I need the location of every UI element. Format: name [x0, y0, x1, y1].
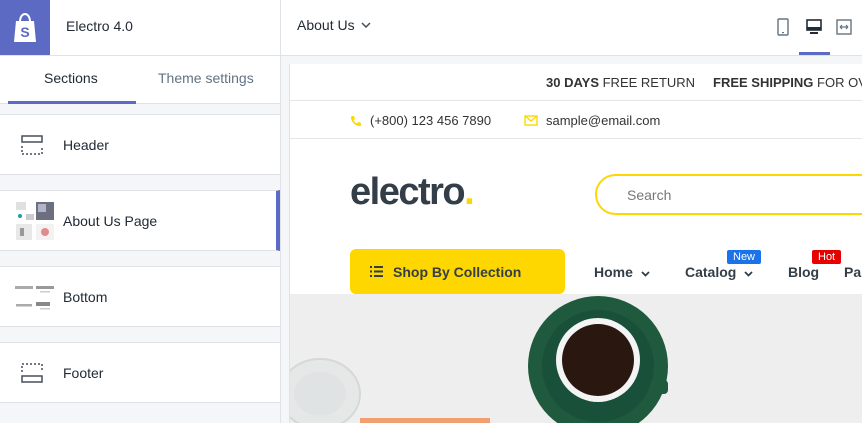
promo-free-return: 30 DAYS FREE RETURN — [546, 75, 695, 90]
tab-sections[interactable]: Sections — [44, 70, 98, 86]
hero-image — [290, 294, 862, 423]
search-input[interactable]: Search — [595, 174, 862, 215]
header-layout-icon — [21, 135, 43, 155]
page-selector[interactable]: About Us — [297, 17, 371, 33]
shopify-logo[interactable]: S — [0, 0, 50, 55]
badge-new: New — [727, 250, 762, 264]
sidebar: Sections Theme settings Header About Us … — [0, 56, 280, 423]
tab-theme-settings[interactable]: Theme settings — [158, 70, 254, 86]
chevron-down-icon — [744, 271, 753, 277]
section-item-label: Header — [63, 137, 109, 153]
section-item-label: Bottom — [63, 289, 108, 305]
full-width-icon[interactable] — [833, 16, 855, 38]
store-logo-text: electro — [350, 171, 466, 213]
contact-email[interactable]: sample@email.com — [524, 113, 660, 128]
section-item-about-us-page[interactable]: About Us Page — [0, 190, 280, 251]
nav-catalog[interactable]: Catalog — [685, 264, 753, 280]
nav-catalog-label: Catalog — [685, 264, 737, 280]
promo-free-shipping: FREE SHIPPING FOR OVE — [713, 75, 862, 90]
nav-home-label: Home — [594, 264, 633, 280]
svg-text:S: S — [20, 24, 29, 40]
list-icon — [370, 266, 383, 277]
phone-number: (+800) 123 456 7890 — [370, 113, 492, 128]
search-placeholder: Search — [627, 187, 672, 203]
about-us-thumbnail — [14, 200, 56, 242]
desktop-icon[interactable] — [803, 16, 825, 38]
promo-bar: 30 DAYS FREE RETURN FREE SHIPPING FOR OV… — [290, 64, 862, 101]
email-address: sample@email.com — [546, 113, 661, 128]
coffee-cup-image — [290, 294, 862, 423]
contact-phone[interactable]: (+800) 123 456 7890 — [350, 113, 491, 128]
top-bar: S Electro 4.0 About Us — [0, 0, 862, 56]
nav-pages[interactable]: Pa — [844, 264, 861, 280]
chevron-down-icon — [641, 271, 650, 277]
contact-bar: (+800) 123 456 7890 sample@email.com — [290, 102, 862, 139]
footer-layout-icon — [21, 363, 43, 383]
shopify-bag-icon: S — [14, 12, 36, 42]
shop-by-collection-label: Shop By Collection — [393, 263, 522, 280]
page-selector-label: About Us — [297, 17, 355, 33]
envelope-icon — [524, 115, 538, 126]
phone-icon — [351, 115, 361, 126]
shop-by-collection-button[interactable]: Shop By Collection — [350, 249, 565, 294]
promo-free-return-text: FREE RETURN — [599, 75, 696, 90]
panel-divider — [280, 0, 281, 423]
section-item-bottom[interactable]: Bottom — [0, 266, 280, 327]
bottom-thumbnail — [14, 276, 56, 318]
badge-hot: Hot — [812, 250, 842, 264]
section-item-label: Footer — [63, 365, 104, 381]
section-item-header[interactable]: Header — [0, 114, 280, 175]
mobile-icon[interactable] — [772, 16, 794, 38]
section-item-footer[interactable]: Footer — [0, 342, 280, 403]
section-item-label: About Us Page — [63, 213, 158, 229]
device-active-indicator — [799, 52, 830, 55]
store-logo[interactable]: electro. — [350, 171, 475, 214]
nav-home[interactable]: Home — [594, 264, 650, 280]
chevron-down-icon — [361, 22, 371, 28]
promo-free-shipping-text: FOR OVE — [817, 75, 862, 90]
active-tab-indicator — [8, 101, 136, 104]
nav-blog[interactable]: Blog — [788, 264, 819, 280]
theme-name: Electro 4.0 — [66, 18, 133, 34]
store-preview[interactable]: 30 DAYS FREE RETURN FREE SHIPPING FOR OV… — [289, 64, 862, 423]
promo-free-return-bold: 30 DAYS — [546, 75, 599, 90]
promo-free-shipping-bold: FREE SHIPPING — [713, 75, 814, 90]
store-logo-dot: . — [464, 171, 475, 213]
sidebar-tabs: Sections Theme settings — [0, 56, 280, 104]
